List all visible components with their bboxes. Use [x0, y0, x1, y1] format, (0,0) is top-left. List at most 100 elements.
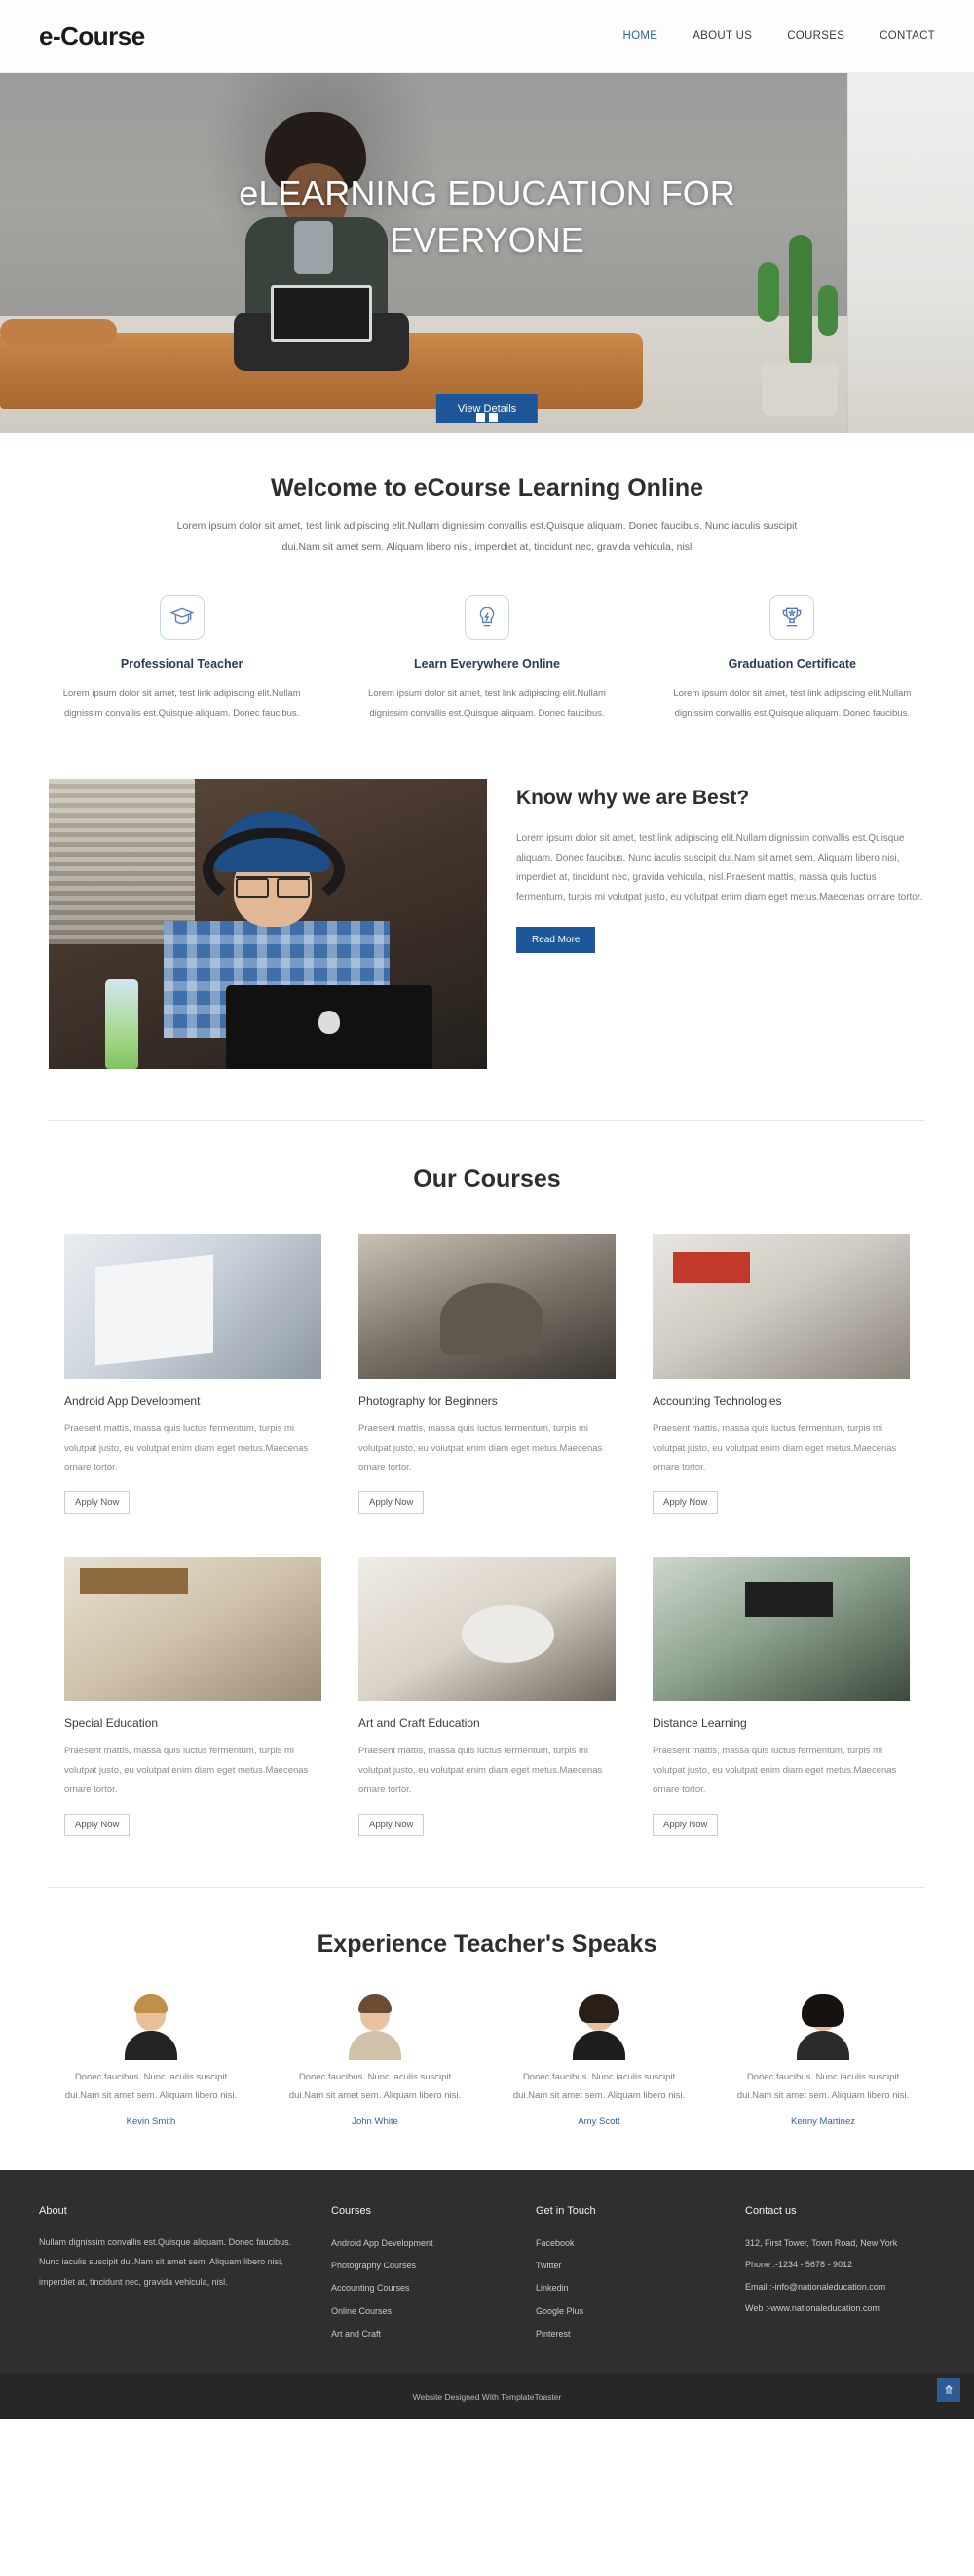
course-card-special-education[interactable]: Special Education Praesent mattis, massa… — [64, 1556, 321, 1836]
course-description: Praesent mattis, massa quis luctus ferme… — [358, 1745, 603, 1795]
avatar-body — [573, 2030, 625, 2060]
courses-grid: Android App Development Praesent mattis,… — [0, 1194, 974, 1836]
testimonial-quote: Donec faucibus. Nunc iaculis suscipit du… — [288, 2071, 462, 2101]
footer-bottom-bar: Website Designed With TemplateToaster ⤊ — [0, 2374, 974, 2420]
testimonial-name[interactable]: Amy Scott — [505, 2116, 693, 2127]
cactus-arm-right — [818, 285, 838, 336]
site-logo[interactable]: e-Course — [39, 21, 145, 52]
footer-contact-address: 312, First Tower, Town Road, New York — [745, 2237, 898, 2248]
cactus-arm-left — [758, 262, 779, 322]
footer-course-link[interactable]: Online Courses — [331, 2300, 536, 2323]
course-thumbnail — [358, 1233, 616, 1379]
feature-text: Lorem ipsum dolor sit amet, test link ad… — [673, 688, 912, 719]
nav-item-home[interactable]: HOME — [623, 30, 658, 42]
course-description: Praesent mattis, massa quis luctus ferme… — [358, 1422, 603, 1473]
apply-now-button[interactable]: Apply Now — [358, 1490, 425, 1514]
avatar — [572, 1993, 626, 2060]
footer-course-link[interactable]: Android App Development — [331, 2232, 536, 2255]
courses-title: Our Courses — [413, 1164, 561, 1193]
course-title: Accounting Technologies — [653, 1393, 782, 1408]
chevron-up-icon[interactable]: ⤊ — [937, 2378, 960, 2403]
course-description: Praesent mattis, massa quis luctus ferme… — [64, 1422, 309, 1473]
know-why-image — [49, 778, 487, 1069]
footer-social-link-facebook[interactable]: Facebook — [536, 2232, 745, 2255]
carousel-indicators — [476, 413, 498, 422]
feature-title: Graduation Certificate — [728, 657, 856, 672]
main-navigation: HOME ABOUT US COURSES CONTACT — [623, 30, 936, 42]
student-laptop — [226, 984, 432, 1069]
apply-now-button[interactable]: Apply Now — [64, 1490, 131, 1514]
know-why-paragraph: Lorem ipsum dolor sit amet, test link ad… — [516, 832, 923, 902]
feature-graduation-certificate: Graduation Certificate Lorem ipsum dolor… — [640, 595, 945, 724]
course-card-art-and-craft-education[interactable]: Art and Craft Education Praesent mattis,… — [358, 1556, 616, 1836]
testimonial-name[interactable]: Kenny Martinez — [729, 2116, 918, 2127]
avatar-body — [797, 2030, 849, 2060]
footer-contact-email[interactable]: Email :-info@nationaleducation.com — [745, 2276, 935, 2299]
course-card-distance-learning[interactable]: Distance Learning Praesent mattis, massa… — [653, 1556, 910, 1836]
course-thumbnail — [653, 1233, 910, 1379]
page-root: e-Course HOME ABOUT US COURSES CONTACT e… — [0, 0, 974, 2420]
avatar-hair — [579, 1993, 619, 2023]
avatar-hair — [134, 1993, 168, 2013]
testimonials-heading-block: Experience Teacher's Speaks — [0, 1888, 974, 1959]
footer-social-link-twitter[interactable]: Twitter — [536, 2255, 745, 2277]
window-blinds — [49, 778, 195, 944]
course-title: Special Education — [64, 1715, 159, 1730]
nav-item-courses[interactable]: COURSES — [787, 30, 844, 42]
course-card-photography-for-beginners[interactable]: Photography for Beginners Praesent matti… — [358, 1233, 616, 1514]
testimonial-amy-scott: Donec faucibus. Nunc iaculis suscipit du… — [487, 1993, 711, 2127]
nav-item-contact[interactable]: CONTACT — [880, 30, 935, 42]
footer-social-link-linkedin[interactable]: Linkedin — [536, 2277, 745, 2300]
apply-now-button[interactable]: Apply Now — [653, 1813, 719, 1836]
footer-courses-list: Android App Development Photography Cour… — [331, 2232, 536, 2346]
feature-professional-teacher: Professional Teacher Lorem ipsum dolor s… — [29, 595, 334, 724]
footer-about-text: Nullam dignissim convallis est.Quisque a… — [39, 2236, 292, 2287]
apply-now-button[interactable]: Apply Now — [64, 1813, 131, 1836]
features-section: Professional Teacher Lorem ipsum dolor s… — [0, 558, 974, 724]
cactus-pot — [762, 363, 838, 416]
carousel-indicator-1[interactable] — [476, 413, 485, 422]
footer-get-in-touch-column: Get in Touch Facebook Twitter Linkedin G… — [536, 2205, 745, 2346]
avatar — [348, 1993, 402, 2060]
footer-social-link-google-plus[interactable]: Google Plus — [536, 2300, 745, 2323]
welcome-paragraph: Lorem ipsum dolor sit amet, test link ad… — [176, 520, 798, 553]
apply-now-button[interactable]: Apply Now — [653, 1490, 719, 1514]
headphones-icon — [203, 827, 345, 911]
testimonials-grid: Donec faucibus. Nunc iaculis suscipit du… — [0, 1959, 974, 2127]
footer-contact-web[interactable]: Web :-www.nationaleducation.com — [745, 2298, 935, 2320]
know-why-section: Know why we are Best? Lorem ipsum dolor … — [0, 724, 974, 1069]
course-card-android-app-development[interactable]: Android App Development Praesent mattis,… — [64, 1233, 321, 1514]
footer-course-link[interactable]: Photography Courses — [331, 2255, 536, 2277]
avatar-body — [125, 2030, 177, 2060]
footer-about-column: About Nullam dignissim convallis est.Qui… — [39, 2205, 331, 2346]
feature-title: Learn Everywhere Online — [413, 657, 561, 672]
footer-contact-phone: Phone :-1234 - 5678 - 9012 — [745, 2260, 853, 2269]
course-thumbnail — [653, 1556, 910, 1701]
lightbulb-icon — [464, 595, 509, 641]
footer-get-in-touch-title: Get in Touch — [536, 2204, 596, 2217]
footer-social-link-pinterest[interactable]: Pinterest — [536, 2323, 745, 2345]
testimonial-quote: Donec faucibus. Nunc iaculis suscipit du… — [64, 2071, 238, 2101]
testimonial-name[interactable]: John White — [281, 2116, 469, 2127]
course-description: Praesent mattis, massa quis luctus ferme… — [653, 1745, 897, 1795]
footer-course-link[interactable]: Art and Craft — [331, 2323, 536, 2345]
footer-credit: Website Designed With TemplateToaster — [412, 2392, 562, 2403]
avatar-body — [349, 2030, 401, 2060]
footer-contact-title: Contact us — [745, 2204, 797, 2217]
avatar — [796, 1993, 850, 2060]
footer-course-link[interactable]: Accounting Courses — [331, 2277, 536, 2300]
nav-item-about-us[interactable]: ABOUT US — [693, 30, 752, 42]
course-description: Praesent mattis, massa quis luctus ferme… — [64, 1745, 309, 1795]
carousel-indicator-2[interactable] — [489, 413, 498, 422]
course-card-accounting-technologies[interactable]: Accounting Technologies Praesent mattis,… — [653, 1233, 910, 1514]
avatar-hair — [358, 1993, 392, 2013]
testimonial-kenny-martinez: Donec faucibus. Nunc iaculis suscipit du… — [711, 1993, 935, 2127]
course-thumbnail — [358, 1556, 616, 1701]
apply-now-button[interactable]: Apply Now — [358, 1813, 425, 1836]
course-title: Distance Learning — [653, 1715, 747, 1730]
testimonial-name[interactable]: Kevin Smith — [56, 2116, 245, 2127]
course-title: Photography for Beginners — [358, 1393, 498, 1408]
hero-carousel: eLEARNING EDUCATION FOR EVERYONE View De… — [0, 73, 974, 433]
read-more-button[interactable]: Read More — [516, 926, 596, 953]
feature-learn-everywhere-online: Learn Everywhere Online Lorem ipsum dolo… — [334, 595, 639, 724]
